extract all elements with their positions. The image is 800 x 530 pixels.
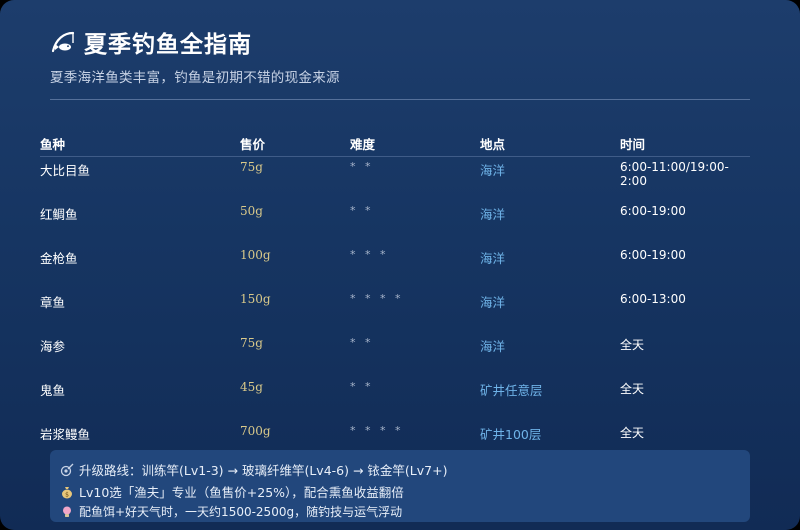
fish-name: 红鲷鱼 [40, 207, 78, 222]
fish-time: 全天 [620, 382, 645, 396]
fish-location: 海洋 [480, 207, 506, 222]
fishing-guide-card: 夏季钓鱼全指南 夏季海洋鱼类丰富，钓鱼是初期不错的现金来源 鱼种 售价 难度 地… [0, 0, 800, 530]
fish-difficulty: * * * [350, 248, 389, 261]
tip-profession: $ Lv10选「渔夫」专业（鱼售价+25%），配合熏鱼收益翻倍 [60, 482, 404, 501]
column-header-difficulty: 难度 [350, 136, 376, 152]
fish-location: 矿井任意层 [480, 383, 543, 398]
fish-difficulty: * * [350, 160, 374, 173]
fish-difficulty: * * * * [350, 424, 404, 437]
fish-name: 海参 [40, 339, 66, 354]
table-row: 海参 75g * * 海洋 全天 [40, 333, 750, 377]
fish-price: 700g [240, 424, 271, 438]
fish-difficulty: * * [350, 380, 374, 393]
tip-text: 配鱼饵+好天气时，一天约1500-2500g，随钓技与运气浮动 [79, 505, 403, 519]
fishing-icon [50, 29, 76, 55]
fish-difficulty: * * * * [350, 292, 404, 305]
lightbulb-icon [60, 505, 74, 519]
title-row: 夏季钓鱼全指南 [50, 24, 750, 60]
table-row: 鬼鱼 45g * * 矿井任意层 全天 [40, 377, 750, 421]
tip-daily-income: 配鱼饵+好天气时，一天约1500-2500g，随钓技与运气浮动 [60, 503, 402, 520]
tip-text: Lv10选「渔夫」专业（鱼售价+25%），配合熏鱼收益翻倍 [79, 485, 404, 500]
fish-price: 50g [240, 204, 263, 218]
fish-time: 6:00-19:00 [620, 248, 686, 262]
fish-name: 岩浆鳗鱼 [40, 427, 91, 440]
fish-time: 全天 [620, 426, 645, 440]
tips-panel: 升级路线：训练竿(Lv1-3) → 玻璃纤维竿(Lv4-6) → 铱金竿(Lv7… [50, 450, 750, 522]
column-header-fish: 鱼种 [40, 136, 66, 152]
fish-difficulty: * * [350, 336, 374, 349]
table-row: 金枪鱼 100g * * * 海洋 6:00-19:00 [40, 245, 750, 289]
fish-difficulty: * * [350, 204, 374, 217]
fish-location: 海洋 [480, 295, 506, 310]
table-row: 岩浆鳗鱼 700g * * * * 矿井100层 全天 [40, 421, 750, 440]
table-row: 大比目鱼 75g * * 海洋 6:00-11:00/19:00-2:00 [40, 157, 750, 201]
header-divider [50, 99, 750, 100]
table-header: 鱼种 售价 难度 地点 时间 [40, 130, 750, 157]
fish-name: 章鱼 [40, 295, 66, 310]
fish-table: 鱼种 售价 难度 地点 时间 大比目鱼 75g * * 海洋 6:00-11:0… [40, 130, 750, 440]
column-header-time: 时间 [620, 136, 646, 152]
fish-name: 金枪鱼 [40, 251, 78, 266]
fish-price: 150g [240, 292, 271, 306]
table-row: 红鲷鱼 50g * * 海洋 6:00-19:00 [40, 201, 750, 245]
header: 夏季钓鱼全指南 夏季海洋鱼类丰富，钓鱼是初期不错的现金来源 [50, 24, 750, 86]
fish-location: 海洋 [480, 163, 506, 178]
fish-time: 全天 [620, 338, 645, 352]
fish-name: 鬼鱼 [40, 383, 66, 398]
rod-icon [60, 463, 74, 477]
fish-name: 大比目鱼 [40, 163, 91, 178]
fish-location: 海洋 [480, 251, 506, 266]
fish-price: 75g [240, 336, 263, 350]
tip-text: 升级路线：训练竿(Lv1-3) → 玻璃纤维竿(Lv4-6) → 铱金竿(Lv7… [79, 463, 448, 478]
fish-location: 海洋 [480, 339, 506, 354]
tip-upgrade-route: 升级路线：训练竿(Lv1-3) → 玻璃纤维竿(Lv4-6) → 铱金竿(Lv7… [60, 460, 447, 479]
fish-price: 45g [240, 380, 263, 394]
column-header-location: 地点 [480, 136, 506, 152]
table-row: 章鱼 150g * * * * 海洋 6:00-13:00 [40, 289, 750, 333]
fish-location: 矿井100层 [480, 427, 542, 440]
fish-time: 6:00-13:00 [620, 292, 686, 306]
page-title: 夏季钓鱼全指南 [84, 32, 252, 58]
fish-price: 100g [240, 248, 271, 262]
fish-time: 6:00-19:00 [620, 204, 686, 218]
money-bag-icon: $ [60, 485, 74, 499]
page-subtitle: 夏季海洋鱼类丰富，钓鱼是初期不错的现金来源 [50, 70, 340, 86]
column-header-price: 售价 [240, 136, 266, 152]
svg-text:$: $ [65, 491, 69, 498]
fish-price: 75g [240, 160, 263, 174]
fish-time: 6:00-11:00/19:00-2:00 [620, 160, 729, 188]
